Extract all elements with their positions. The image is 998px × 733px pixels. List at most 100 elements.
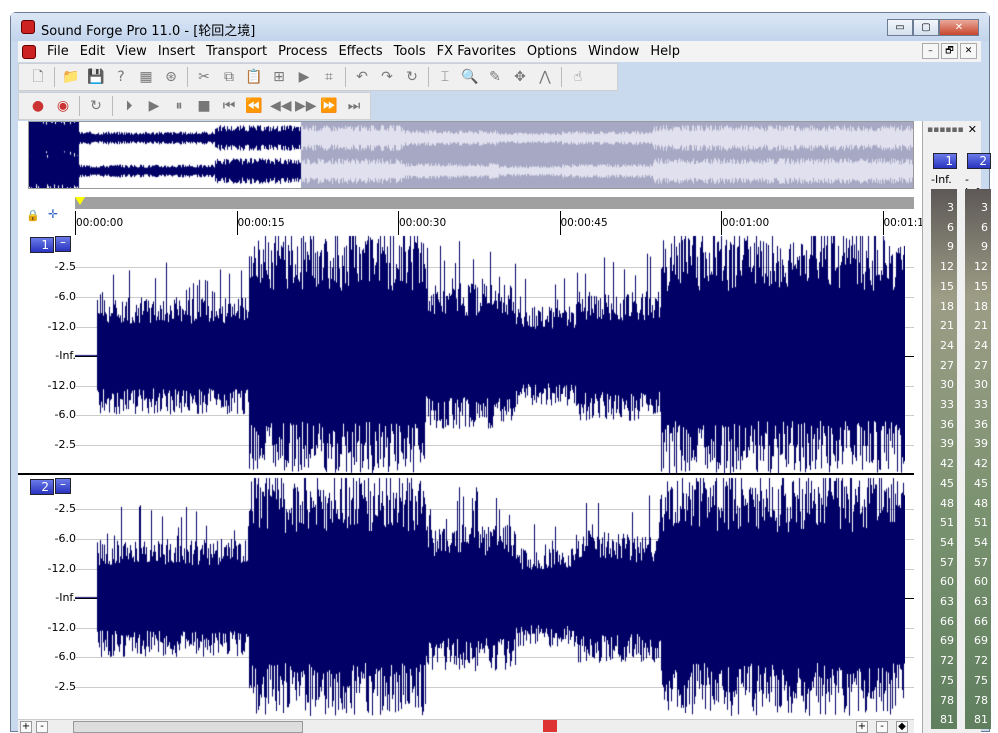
level-label: -12.0	[47, 379, 76, 392]
prev-marker-icon[interactable]: ⏪	[245, 97, 263, 115]
meter-scale-label: 39	[974, 437, 988, 451]
menu-transport[interactable]: Transport	[206, 44, 267, 59]
stamp-icon[interactable]: ☝	[569, 68, 587, 86]
doc-restore-button[interactable]: 🗗	[941, 43, 958, 59]
meter-scale-label: 54	[940, 535, 954, 549]
meter-scale-label: 30	[974, 378, 988, 392]
channel-2-button[interactable]: 2	[30, 479, 54, 495]
save-as-icon[interactable]: ?	[112, 68, 130, 86]
event-tool-icon[interactable]: ✥	[511, 68, 529, 86]
playhead-marker[interactable]	[75, 197, 85, 205]
menu-effects[interactable]: Effects	[338, 44, 382, 59]
pencil-tool-icon[interactable]: ✎	[486, 68, 504, 86]
pause-icon[interactable]: ⏸	[170, 97, 188, 115]
meter-scale-label: 63	[940, 595, 954, 608]
overview-bar[interactable]	[28, 121, 914, 189]
zoom-in-button[interactable]: +	[20, 721, 32, 733]
menu-insert[interactable]: Insert	[158, 44, 195, 59]
repeat-icon[interactable]: ↻	[403, 68, 421, 86]
meter-scale-label: 15	[940, 279, 954, 293]
forward-icon[interactable]: ▶▶	[295, 97, 317, 115]
level-label: -Inf.	[55, 349, 76, 362]
menu-tools[interactable]: Tools	[394, 44, 426, 59]
menu-fx-favorites[interactable]: FX Favorites	[437, 44, 516, 59]
next-marker-icon[interactable]: ⏩	[320, 97, 338, 115]
publish-icon[interactable]: ⊛	[162, 68, 180, 86]
channel-1[interactable]: 1– -2.5 -6.0 -12.0 -Inf. -12.0 -6.0 -2.5	[18, 235, 914, 475]
meter-scale-label: 24	[940, 338, 954, 352]
play-icon[interactable]: ▶	[145, 97, 163, 115]
paste-special-icon[interactable]: ▶	[295, 68, 313, 86]
meter-scale-label: 9	[947, 240, 954, 254]
open-icon[interactable]: 📁	[62, 68, 80, 86]
save-icon[interactable]: 💾	[87, 68, 105, 86]
waveform-channel-1[interactable]	[75, 235, 905, 475]
waveform-channel-2[interactable]	[75, 477, 905, 717]
zoom-out-button[interactable]: -	[36, 721, 48, 733]
toolbar-separator	[561, 67, 562, 87]
play-all-icon[interactable]: ⏵	[120, 97, 138, 115]
time-ruler[interactable]: 00:00:00 00:00:15 00:00:30 00:00:45 00:01:00…	[75, 197, 931, 235]
menu-file[interactable]: File	[47, 44, 69, 59]
menu-view[interactable]: View	[116, 44, 147, 59]
ruler-tick-line	[559, 211, 561, 235]
doc-close-button[interactable]: ✕	[960, 43, 977, 59]
snap-icon[interactable]: ✛	[48, 207, 58, 221]
toolbar-separator	[428, 67, 429, 87]
crop-icon[interactable]: ⌗	[320, 68, 338, 86]
v-zoom-out-button[interactable]: -	[876, 721, 888, 733]
channel-2-minimize[interactable]: –	[55, 478, 71, 494]
meter-scale-label: 51	[974, 516, 988, 530]
paste-icon[interactable]: 📋	[245, 68, 263, 86]
cut-icon[interactable]: ✂	[195, 68, 213, 86]
channel-1-button[interactable]: 1	[30, 237, 54, 253]
go-end-icon[interactable]: ⏭	[345, 97, 363, 115]
menu-options[interactable]: Options	[527, 44, 577, 59]
meter-scale-label: 12	[940, 260, 954, 274]
lock-icon[interactable]: 🔒	[26, 209, 40, 222]
meter-peak-label: -Inf.	[931, 173, 952, 186]
new-icon[interactable]: 🗋	[29, 68, 47, 86]
horizontal-scrollbar[interactable]: + - + - ◆	[18, 719, 914, 733]
menu-edit[interactable]: Edit	[80, 44, 105, 59]
ruler-tick-line	[398, 211, 399, 235]
render-icon[interactable]: ▦	[137, 68, 155, 86]
copy-icon[interactable]: ⧉	[220, 68, 238, 86]
stop-icon[interactable]: ■	[195, 97, 213, 115]
zoom-fit-button[interactable]: ◆	[896, 721, 908, 733]
menu-window[interactable]: Window	[588, 44, 639, 59]
scroll-thumb[interactable]	[73, 721, 303, 733]
channel-1-minimize[interactable]: –	[55, 236, 71, 252]
meter-close-icon[interactable]: ✕	[968, 123, 977, 136]
meter-scale-label: 3	[981, 201, 988, 214]
menu-help[interactable]: Help	[650, 44, 680, 59]
close-button[interactable]: ✕	[939, 19, 979, 36]
grip-icon[interactable]: ▪▪▪▪▪▪	[927, 125, 964, 135]
menu-process[interactable]: Process	[278, 44, 327, 59]
meter-channel-2-button[interactable]: 2	[967, 153, 991, 169]
meter-scale-label: 69	[974, 634, 988, 648]
meter-scale-label: 75	[974, 673, 988, 687]
meter-channel-1-button[interactable]: 1	[933, 153, 957, 169]
rewind-icon[interactable]: ◀◀	[270, 97, 292, 115]
mix-icon[interactable]: ⊞	[270, 68, 288, 86]
maximize-button[interactable]: ▢	[913, 19, 939, 36]
record-icon[interactable]: ●	[29, 97, 47, 115]
meter-scale-label: 66	[974, 614, 988, 628]
envelope-tool-icon[interactable]: ⋀	[536, 68, 554, 86]
minimize-button[interactable]: ▭	[887, 19, 913, 36]
meter-scale-label: 66	[940, 614, 954, 628]
edit-tool-icon[interactable]: ⌶	[436, 68, 454, 86]
channel-2[interactable]: 2– -2.5 -6.0 -12.0 -Inf. -12.0 -6.0 -2.5	[18, 477, 914, 719]
level-label: -2.5	[54, 438, 76, 451]
redo-icon[interactable]: ↷	[378, 68, 396, 86]
go-start-icon[interactable]: ⏮	[220, 97, 238, 115]
ruler-tick-line	[75, 211, 76, 235]
record-loop-icon[interactable]: ◉	[54, 97, 72, 115]
doc-minimize-button[interactable]: –	[922, 43, 939, 59]
loop-icon[interactable]: ↻	[87, 97, 105, 115]
meter-scale-label: 60	[940, 575, 954, 589]
magnify-tool-icon[interactable]: 🔍	[461, 68, 479, 86]
undo-icon[interactable]: ↶	[353, 68, 371, 86]
v-zoom-in-button[interactable]: +	[856, 721, 868, 733]
